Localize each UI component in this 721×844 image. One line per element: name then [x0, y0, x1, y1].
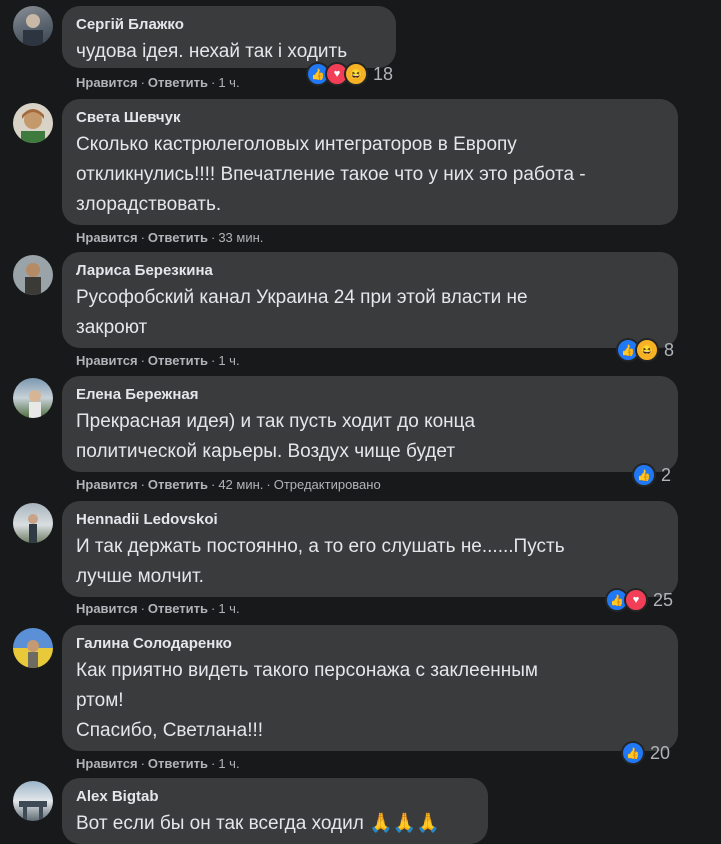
reaction-count: 8	[664, 339, 675, 360]
comment-author[interactable]: Лариса Березкина	[76, 261, 664, 281]
reactions[interactable]: 👍 20	[621, 741, 670, 765]
comment-author[interactable]: Елена Бережная	[76, 385, 664, 405]
comment-text: Прекрасная идея) и так пусть ходит до ко…	[76, 411, 476, 462]
reaction-count: 2	[661, 464, 672, 485]
edited-label: Отредактировано	[273, 477, 381, 492]
comment-time[interactable]: 1 ч.	[218, 353, 239, 368]
comment-bubble: Hennadii Ledovskoi И так держать постоян…	[62, 501, 678, 597]
avatar[interactable]	[13, 503, 53, 543]
reactions[interactable]: 👍 2	[632, 463, 671, 487]
reply-link[interactable]: Ответить	[148, 601, 208, 616]
avatar[interactable]	[13, 6, 53, 46]
comment-actions: Нравится · Ответить · 1 ч.	[76, 756, 240, 771]
avatar[interactable]	[13, 781, 53, 821]
like-link[interactable]: Нравится	[76, 230, 138, 245]
comment-bubble: Света Шевчук Сколько кастрюлеголовых инт…	[62, 99, 678, 225]
like-link[interactable]: Нравится	[76, 353, 138, 368]
comment-time[interactable]: 1 ч.	[218, 756, 239, 771]
comment-actions: Нравится · Ответить · 1 ч.	[76, 75, 240, 90]
comment-bubble: Елена Бережная Прекрасная идея) и так пу…	[62, 376, 678, 472]
comment-time[interactable]: 33 мин.	[218, 230, 263, 245]
comment-actions: Нравится · Ответить · 1 ч.	[76, 353, 240, 368]
comment-time[interactable]: 42 мин.	[218, 477, 263, 492]
avatar[interactable]	[13, 103, 53, 143]
reaction-count: 20	[650, 742, 671, 763]
comment-actions: Нравится · Ответить · 42 мин. · Отредактирован…	[76, 477, 381, 492]
reactions[interactable]: 👍 ♥ 25	[605, 588, 673, 612]
comment-bubble: Галина Солодаренко Как приятно видеть та…	[62, 625, 678, 751]
comment-actions: Нравится · Ответить · 1 ч.	[76, 601, 240, 616]
comment-author[interactable]: Hennadii Ledovskoi	[76, 510, 664, 530]
reply-link[interactable]: Ответить	[148, 756, 208, 771]
comment-time[interactable]: 1 ч.	[218, 75, 239, 90]
reaction-count: 25	[653, 589, 674, 610]
reactions[interactable]: 👍 ♥ 😆 18	[306, 62, 393, 86]
comment-bubble: Сергій Блажко чудова ідея. нехай так і х…	[62, 6, 396, 68]
like-reaction-icon: 👍	[632, 463, 656, 487]
like-link[interactable]: Нравится	[76, 75, 138, 90]
avatar[interactable]	[13, 378, 53, 418]
like-link[interactable]: Нравится	[76, 756, 138, 771]
love-reaction-icon: ♥	[624, 588, 648, 612]
reply-link[interactable]: Ответить	[148, 230, 208, 245]
comment-author[interactable]: Alex Bigtab	[76, 787, 474, 807]
reply-link[interactable]: Ответить	[148, 353, 208, 368]
comment-author[interactable]: Галина Солодаренко	[76, 634, 664, 654]
comment-text: Сколько кастрюлеголовых интеграторов в Е…	[76, 134, 586, 215]
avatar[interactable]	[13, 628, 53, 668]
comment-bubble: Лариса Березкина Русофобский канал Украи…	[62, 252, 678, 348]
haha-reaction-icon: 😆	[635, 338, 659, 362]
comment-author[interactable]: Сергій Блажко	[76, 15, 382, 35]
comment-text: Русофобский канал Украина 24 при этой вл…	[76, 287, 528, 338]
like-link[interactable]: Нравится	[76, 477, 138, 492]
like-link[interactable]: Нравится	[76, 601, 138, 616]
comment-text: Вот если бы он так всегда ходил 🙏🙏🙏	[76, 813, 441, 834]
comment-actions: Нравится · Ответить · 33 мин.	[76, 230, 264, 245]
comment-author[interactable]: Света Шевчук	[76, 108, 664, 128]
comment-bubble: Alex Bigtab Вот если бы он так всегда хо…	[62, 778, 488, 844]
haha-reaction-icon: 😆	[344, 62, 368, 86]
avatar[interactable]	[13, 255, 53, 295]
comment-time[interactable]: 1 ч.	[218, 601, 239, 616]
reaction-count: 18	[373, 63, 394, 84]
comment-text: И так держать постоянно, а то его слушат…	[76, 536, 565, 587]
like-reaction-icon: 👍	[621, 741, 645, 765]
reactions[interactable]: 👍 😆 8	[616, 338, 674, 362]
reply-link[interactable]: Ответить	[148, 477, 208, 492]
comment-text: Как приятно видеть такого персонажа с за…	[76, 660, 538, 741]
reply-link[interactable]: Ответить	[148, 75, 208, 90]
